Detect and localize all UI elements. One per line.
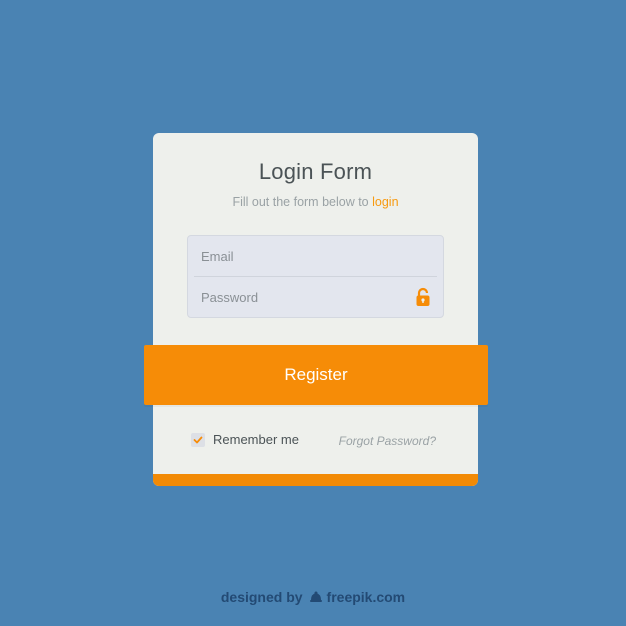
forgot-password-link[interactable]: Forgot Password? bbox=[339, 434, 436, 448]
card-accent-bar bbox=[153, 474, 478, 486]
designed-by-text: designed by bbox=[220, 589, 303, 605]
lock-icon bbox=[415, 287, 431, 307]
freepik-link[interactable]: freepik.com bbox=[327, 589, 406, 605]
form-subtitle: Fill out the form below to login bbox=[153, 195, 478, 209]
login-link[interactable]: login bbox=[372, 195, 398, 209]
footer-credit: designed by freepik.com bbox=[0, 589, 626, 605]
remember-me[interactable]: Remember me bbox=[191, 432, 299, 447]
subtitle-text: Fill out the form below to bbox=[232, 195, 373, 209]
credentials-group bbox=[187, 235, 444, 318]
email-row bbox=[188, 236, 443, 276]
register-button[interactable]: Register bbox=[144, 345, 488, 405]
email-field[interactable] bbox=[201, 248, 401, 264]
freepik-logo-icon bbox=[309, 590, 323, 604]
checkmark-icon bbox=[193, 436, 203, 443]
password-field[interactable] bbox=[201, 289, 401, 305]
remember-label: Remember me bbox=[213, 432, 299, 447]
login-card: Login Form Fill out the form below to lo… bbox=[153, 133, 478, 486]
password-row bbox=[188, 277, 443, 317]
form-title: Login Form bbox=[258, 159, 373, 184]
remember-checkbox[interactable] bbox=[191, 432, 205, 447]
